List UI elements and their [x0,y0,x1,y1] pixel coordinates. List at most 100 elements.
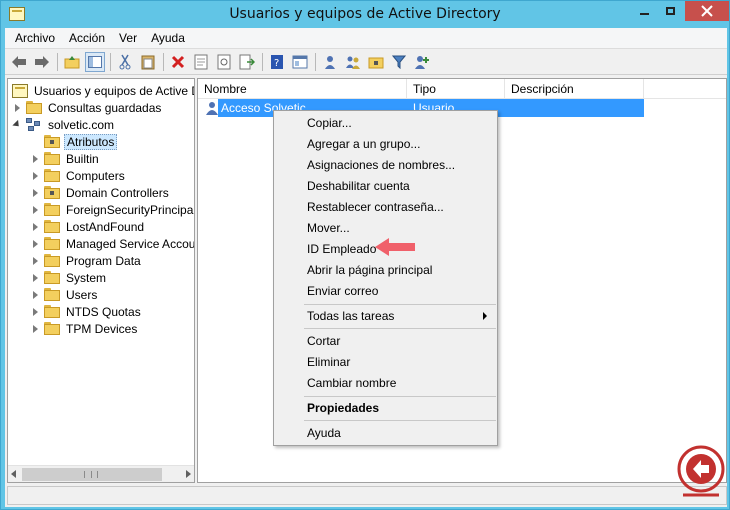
menu-item-cortar[interactable]: Cortar [307,332,340,350]
minimize-button[interactable] [631,1,657,21]
show-tree-button[interactable] [85,51,105,72]
tree-item-computers[interactable]: Computers [30,167,127,184]
toolbar-separator [315,52,316,71]
column-header-nombre[interactable]: Nombre [198,79,407,99]
folder-icon [26,101,42,114]
app-window: Usuarios y equipos de Active Directory A… [0,0,730,510]
menu-item-agregar-grupo[interactable]: Agregar a un grupo... [307,135,420,153]
scroll-thumb[interactable] [22,468,162,481]
tree-label: Program Data [66,253,141,268]
paste-icon [141,55,155,69]
forward-button[interactable] [32,52,52,72]
ou-folder-icon [44,186,60,199]
filter-button[interactable] [389,52,409,72]
column-header-descripcion[interactable]: Descripción [505,79,644,99]
folder-icon [44,305,60,318]
tree-item-system[interactable]: System [30,269,108,286]
expand-arrow-icon[interactable] [30,286,40,303]
new-user-button[interactable] [320,52,340,72]
tree-item-builtin[interactable]: Builtin [30,150,101,167]
menu-separator [304,396,496,397]
expand-arrow-icon[interactable] [30,167,40,184]
expand-arrow-icon[interactable] [30,320,40,337]
annotation-arrow-icon [375,238,415,256]
expand-arrow-icon[interactable] [30,218,40,235]
menu-item-ayuda[interactable]: Ayuda [307,424,341,442]
scroll-right-icon[interactable] [186,470,191,478]
tree-item-domain[interactable]: solvetic.com [12,116,116,133]
tree-item-domain-controllers[interactable]: Domain Controllers [30,184,171,201]
tree-root[interactable]: Usuarios y equipos de Active Directory [12,82,194,99]
help-icon: ? [271,54,283,69]
tree-item-foreign-security-principals[interactable]: ForeignSecurityPrincipals [30,201,194,218]
menu-item-restablecer-contrasena[interactable]: Restablecer contraseña... [307,198,444,216]
tree-item-tpm-devices[interactable]: TPM Devices [30,320,139,337]
folder-icon [44,271,60,284]
menu-bar: Archivo Acción Ver Ayuda [5,28,727,48]
maximize-icon [665,7,675,15]
column-header-tipo[interactable]: Tipo [407,79,505,99]
ou-folder-icon [44,135,60,148]
menu-item-copiar[interactable]: Copiar... [307,114,352,132]
menu-item-cambiar-nombre[interactable]: Cambiar nombre [307,374,396,392]
expand-arrow-icon[interactable] [30,235,40,252]
expand-arrow-icon[interactable] [30,150,40,167]
menu-ayuda[interactable]: Ayuda [144,28,192,48]
expand-arrow-icon[interactable] [30,201,40,218]
menu-item-todas-las-tareas[interactable]: Todas las tareas [307,307,394,325]
delete-button[interactable] [168,52,188,72]
menu-item-id-empleado[interactable]: ID Empleado [307,240,376,258]
expand-arrow-icon[interactable] [30,184,40,201]
tree-item-managed-service-accounts[interactable]: Managed Service Accounts [30,235,195,252]
menu-accion[interactable]: Acción [62,28,112,48]
new-ou-button[interactable] [366,52,386,72]
tree-item-ntds-quotas[interactable]: NTDS Quotas [30,303,143,320]
up-folder-button[interactable] [62,52,82,72]
help-button[interactable]: ? [267,52,287,72]
tree-item-atributos[interactable]: Atributos [30,133,118,150]
export-button[interactable] [237,52,257,72]
console-button[interactable] [290,52,310,72]
collapse-arrow-icon[interactable] [12,116,22,133]
show-tree-icon [88,55,102,68]
folder-icon [44,322,60,335]
menu-ver[interactable]: Ver [112,28,144,48]
paste-button[interactable] [138,52,158,72]
forward-icon [35,55,49,68]
folder-icon [44,237,60,250]
folder-icon [44,203,60,216]
add-to-group-button[interactable] [412,52,432,72]
maximize-button[interactable] [657,1,683,21]
menu-item-deshabilitar-cuenta[interactable]: Deshabilitar cuenta [307,177,410,195]
expand-arrow-icon[interactable] [12,99,22,116]
tree-label: Users [66,287,98,302]
menu-item-enviar-correo[interactable]: Enviar correo [307,282,378,300]
expand-arrow-icon[interactable] [30,303,40,320]
tree-item-users[interactable]: Users [30,286,99,303]
refresh-button[interactable] [214,52,234,72]
menu-item-abrir-pagina-principal[interactable]: Abrir la página principal [307,261,432,279]
menu-item-mover[interactable]: Mover... [307,219,350,237]
menu-archivo[interactable]: Archivo [8,28,62,48]
tree-pane[interactable]: Usuarios y equipos de Active Directory C… [7,78,195,483]
menu-item-asignaciones-nombres[interactable]: Asignaciones de nombres... [307,156,455,174]
scroll-left-icon[interactable] [11,470,16,478]
expand-arrow-icon[interactable] [30,252,40,269]
cut-button[interactable] [115,52,135,72]
folder-icon [44,220,60,233]
new-group-button[interactable] [343,52,363,72]
export-icon [239,54,255,69]
tree-item-program-data[interactable]: Program Data [30,252,143,269]
tree-label: Managed Service Accounts [66,236,195,251]
menu-item-propiedades[interactable]: Propiedades [307,399,379,417]
properties-button[interactable] [191,52,211,72]
title-bar[interactable]: Usuarios y equipos de Active Directory [1,1,729,28]
close-button[interactable] [685,1,729,21]
expand-arrow-icon[interactable] [30,269,40,286]
menu-item-eliminar[interactable]: Eliminar [307,353,350,371]
horizontal-scrollbar[interactable] [8,465,194,482]
back-button[interactable] [9,52,29,72]
tree-item-saved-queries[interactable]: Consultas guardadas [12,99,163,116]
tree-item-lost-and-found[interactable]: LostAndFound [30,218,146,235]
folder-icon [44,254,60,267]
